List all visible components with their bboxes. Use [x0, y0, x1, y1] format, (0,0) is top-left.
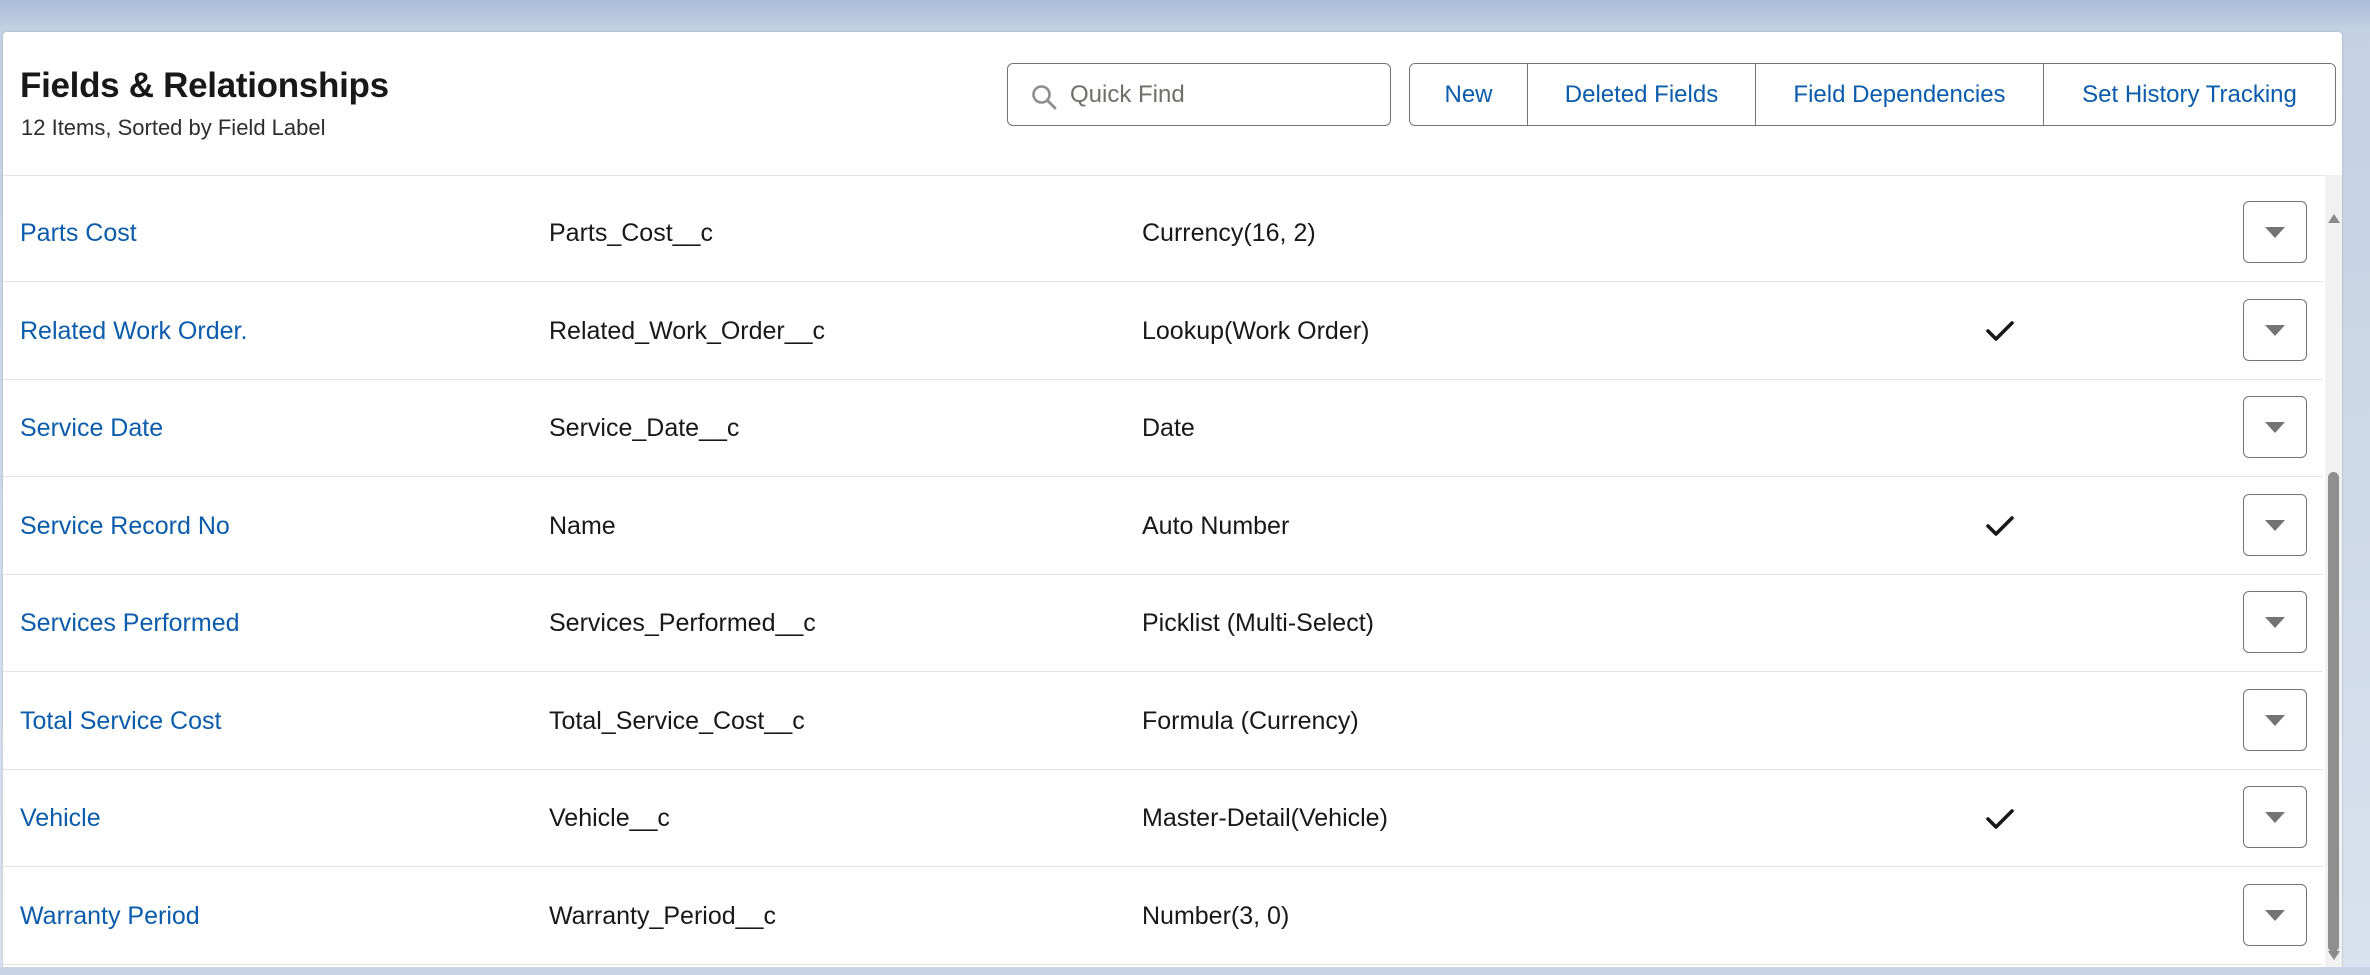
field-api-name: Related_Work_Order__c [549, 316, 826, 345]
chevron-down-icon [2265, 422, 2285, 433]
quick-find-input[interactable] [1068, 76, 1372, 114]
chevron-down-icon [2265, 324, 2285, 336]
field-data-type: Master-Detail(Vehicle) [1142, 804, 1388, 832]
header-button-group: New Deleted Fields Field Dependencies Se… [1409, 63, 2336, 126]
chevron-down-icon [2265, 519, 2285, 531]
scrollbar-thumb[interactable] [2328, 472, 2339, 952]
field-label-link[interactable]: Related Work Order. [20, 283, 247, 380]
field-api-name: Total_Service_Cost__c [549, 706, 805, 735]
chevron-down-icon [2265, 812, 2285, 823]
field-data-type: Formula (Currency) [1142, 706, 1359, 735]
row-actions-button[interactable] [2243, 298, 2307, 361]
scroll-down-arrow-icon[interactable] [2328, 951, 2340, 960]
field-api-name: Service_Date__c [549, 414, 740, 442]
row-actions-button[interactable] [2243, 591, 2307, 653]
scroll-up-arrow-icon[interactable] [2328, 214, 2340, 223]
field-label-link[interactable]: Service Date [20, 380, 163, 477]
checkmark-icon [1984, 770, 2016, 867]
vertical-scrollbar[interactable] [2325, 175, 2342, 967]
field-api-name: Services_Performed__c [549, 609, 816, 637]
field-label-link[interactable]: Total Service Cost [20, 673, 221, 770]
table-row: Warranty Period Warranty_Period__c Number(… [3, 868, 2323, 965]
field-label-link[interactable]: Vehicle [20, 770, 101, 867]
field-data-type: Picklist (Multi-Select) [1142, 609, 1374, 637]
field-data-type: Number(3, 0) [1142, 901, 1290, 930]
panel-header: Fields & Relationships 12 Items, Sorted … [3, 32, 2342, 176]
row-actions-button[interactable] [2243, 493, 2307, 556]
fields-table: Parts Cost Parts_Cost__c Currency(16, 2) Re… [3, 185, 2323, 967]
field-dependencies-button[interactable]: Field Dependencies [1756, 64, 2044, 125]
row-actions-button[interactable] [2243, 396, 2307, 458]
field-api-name: Vehicle__c [549, 804, 670, 832]
row-actions-button[interactable] [2243, 883, 2307, 946]
fields-relationships-panel: Fields & Relationships 12 Items, Sorted … [3, 32, 2342, 967]
chevron-down-icon [2265, 909, 2285, 921]
checkmark-icon [1984, 283, 2016, 380]
table-row: Related Work Order. Related_Work_Order__c… [3, 283, 2323, 380]
field-label-link[interactable]: Warranty Period [20, 868, 200, 965]
row-actions-button[interactable] [2243, 688, 2307, 751]
field-data-type: Auto Number [1142, 511, 1290, 540]
page-bottom-edge [0, 967, 2370, 975]
search-icon [1032, 85, 1057, 110]
chevron-down-icon [2265, 617, 2285, 628]
field-data-type: Lookup(Work Order) [1142, 316, 1370, 345]
table-row: Parts Cost Parts_Cost__c Currency(16, 2) [3, 185, 2323, 282]
table-row: Total Service Cost Total_Service_Cost__c F… [3, 673, 2323, 770]
field-data-type: Currency(16, 2) [1142, 219, 1316, 247]
table-row: Vehicle Vehicle__c Master-Detail(Vehicle) [3, 770, 2323, 867]
row-actions-button[interactable] [2243, 201, 2307, 263]
new-button[interactable]: New [1410, 64, 1528, 125]
field-data-type: Date [1142, 414, 1195, 442]
field-label-link[interactable]: Services Performed [20, 575, 240, 672]
field-api-name: Name [549, 511, 616, 540]
field-label-link[interactable]: Parts Cost [20, 185, 137, 282]
set-history-tracking-button[interactable]: Set History Tracking [2044, 64, 2335, 125]
field-label-link[interactable]: Service Record No [20, 478, 230, 575]
deleted-fields-button[interactable]: Deleted Fields [1528, 64, 1756, 125]
chevron-down-icon [2265, 227, 2285, 238]
page-title: Fields & Relationships [20, 66, 389, 105]
item-count-subtitle: 12 Items, Sorted by Field Label [21, 115, 326, 140]
table-row: Services Performed Services_Performed__c P… [3, 575, 2323, 672]
table-row: Service Record No Name Auto Number [3, 478, 2323, 575]
field-api-name: Parts_Cost__c [549, 219, 713, 247]
row-actions-button[interactable] [2243, 786, 2307, 848]
chevron-down-icon [2265, 714, 2285, 726]
checkmark-icon [1984, 478, 2016, 575]
quick-find-search[interactable] [1007, 63, 1391, 126]
field-api-name: Warranty_Period__c [549, 901, 776, 930]
table-row: Service Date Service_Date__c Date [3, 380, 2323, 477]
